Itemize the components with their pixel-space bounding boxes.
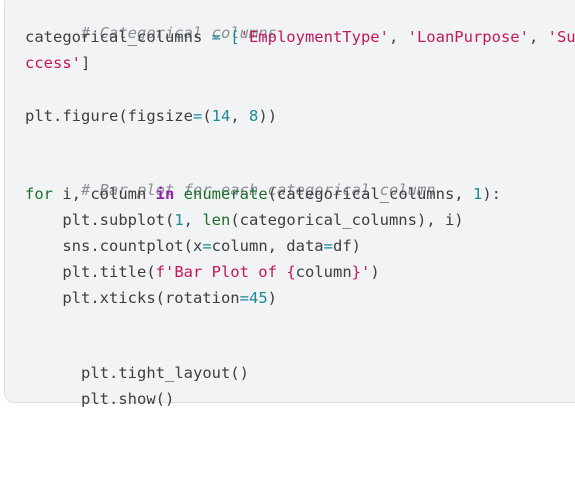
code-number: 1 bbox=[472, 185, 483, 203]
code-identifier: categorical_columns bbox=[25, 28, 203, 46]
code-builtin: len bbox=[202, 211, 231, 229]
code-line: plt.xticks(rotation=45) bbox=[25, 287, 277, 309]
code-brace: } bbox=[351, 263, 361, 281]
code-punctuation: )) bbox=[258, 107, 278, 125]
code-number: 45 bbox=[248, 289, 268, 307]
code-punctuation: ( bbox=[202, 107, 212, 125]
code-number: 14 bbox=[211, 107, 231, 125]
code-punctuation: , bbox=[183, 211, 203, 229]
code-identifier: df) bbox=[332, 237, 361, 255]
code-call: plt.show() bbox=[81, 390, 175, 408]
code-line: # Bar plot for each categorical column bbox=[25, 157, 436, 199]
code-punctuation: , bbox=[388, 28, 408, 46]
code-operator: = bbox=[202, 237, 212, 255]
code-line: sns.countplot(x=column, data=df) bbox=[25, 235, 361, 257]
code-line: ccess'] bbox=[25, 52, 90, 74]
code-string: 'Su bbox=[547, 28, 575, 46]
code-line: plt.title(f'Bar Plot of {column}') bbox=[25, 261, 380, 283]
code-keyword: in bbox=[155, 185, 175, 203]
code-call: plt.title( bbox=[25, 263, 156, 281]
code-operator: = bbox=[192, 107, 203, 125]
code-operator: = [ bbox=[202, 28, 240, 46]
code-line: # Categorical columns bbox=[25, 0, 277, 42]
code-punctuation: ): bbox=[482, 185, 501, 203]
code-string: ccess' bbox=[25, 54, 81, 72]
code-operator: = bbox=[239, 289, 249, 307]
code-string: 'EmploymentType' bbox=[239, 28, 389, 46]
code-line: plt.figure(figsize=(14, 8)) bbox=[25, 105, 277, 127]
code-call: sns.countplot(x bbox=[25, 237, 203, 255]
code-line: plt.show() bbox=[25, 366, 174, 408]
code-identifier: i, column bbox=[53, 185, 156, 203]
code-punctuation: ] bbox=[81, 54, 91, 72]
code-string: ' bbox=[361, 263, 371, 281]
code-line: categorical_columns = ['EmploymentType',… bbox=[25, 26, 575, 48]
code-identifier: (categorical_columns), i) bbox=[230, 211, 464, 229]
code-keyword: for bbox=[25, 185, 53, 203]
code-content: # Categorical columns categorical_column… bbox=[25, 0, 575, 481]
code-builtin: enumerate bbox=[183, 185, 268, 203]
code-block: # Categorical columns categorical_column… bbox=[4, 0, 575, 408]
code-punctuation: , bbox=[230, 107, 250, 125]
code-line: plt.subplot(1, len(categorical_columns),… bbox=[25, 209, 464, 231]
code-call: plt.xticks(rotation bbox=[25, 289, 240, 307]
code-punctuation: ) bbox=[267, 289, 277, 307]
code-identifier: column, data bbox=[211, 237, 324, 255]
code-identifier: column bbox=[295, 263, 352, 281]
code-call: plt.figure(figsize bbox=[25, 107, 193, 125]
code-string: f'Bar Plot of bbox=[155, 263, 287, 281]
code-number: 8 bbox=[249, 107, 259, 125]
code-line: for i, column in enumerate(categorical_c… bbox=[25, 183, 501, 205]
code-number: 1 bbox=[174, 211, 184, 229]
code-punctuation: ) bbox=[370, 263, 380, 281]
code-call: plt.subplot( bbox=[25, 211, 175, 229]
code-identifier: (categorical_columns, bbox=[267, 185, 473, 203]
code-line: plt.tight_layout() bbox=[25, 340, 249, 382]
code-string: 'LoanPurpose' bbox=[407, 28, 529, 46]
code-brace: { bbox=[286, 263, 296, 281]
code-punctuation: , bbox=[528, 28, 548, 46]
code-operator: = bbox=[323, 237, 333, 255]
